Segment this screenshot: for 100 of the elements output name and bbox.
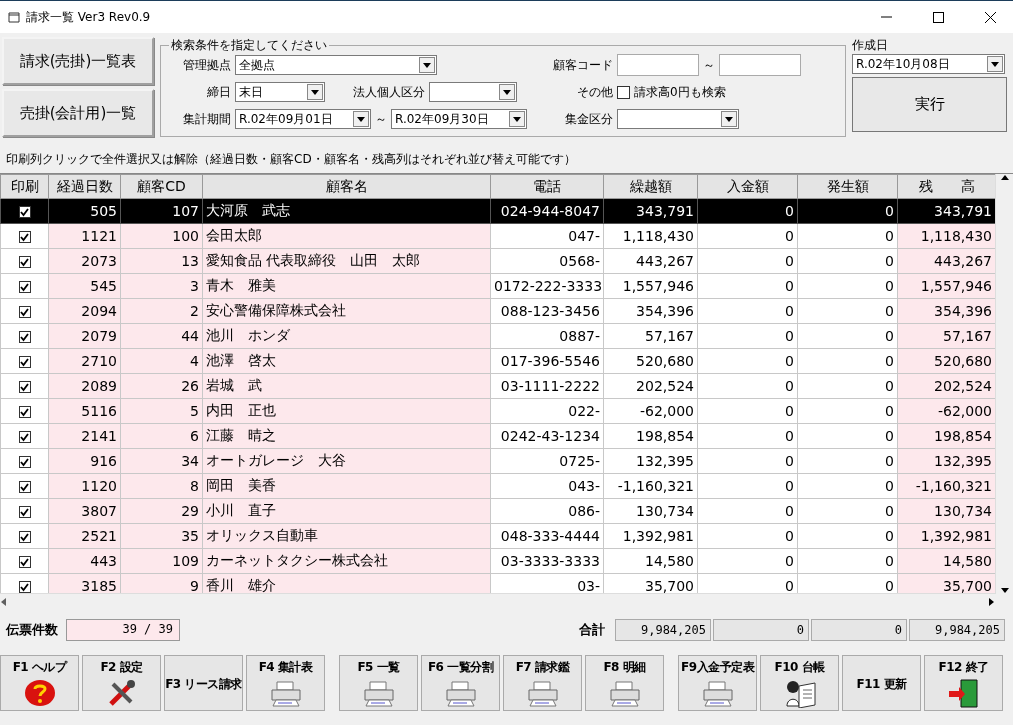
field-label: その他 bbox=[576, 83, 613, 101]
table-cell: 130,734 bbox=[603, 498, 698, 524]
function-key-button[interactable]: F7 請求鑑 bbox=[503, 655, 582, 711]
corporate-type-dropdown[interactable] bbox=[429, 82, 517, 102]
checkmark-icon bbox=[20, 382, 29, 392]
table-cell: 小川 直子 bbox=[202, 498, 491, 524]
column-header[interactable]: 経過日数 bbox=[48, 174, 121, 199]
period-from-dropdown[interactable]: R.02年09月01日 bbox=[235, 109, 371, 129]
table-cell: 198,854 bbox=[897, 423, 995, 449]
zero-amount-checkbox[interactable]: 請求高0円も検索 bbox=[617, 83, 726, 101]
printer-icon bbox=[361, 678, 396, 708]
report-button[interactable]: 売掛(会計用)一覧 bbox=[2, 89, 154, 137]
scroll-up-icon[interactable] bbox=[1000, 174, 1009, 182]
table-cell: 03-1111-2222 bbox=[490, 373, 604, 399]
column-header[interactable]: 繰越額 bbox=[603, 174, 698, 199]
table-cell: 132,395 bbox=[897, 448, 995, 474]
table-cell: 0 bbox=[797, 373, 898, 399]
customer-code-from-field[interactable] bbox=[617, 54, 699, 76]
table-cell: 0 bbox=[797, 523, 898, 549]
column-header[interactable]: 顧客CD bbox=[120, 174, 203, 199]
table-cell: 大河原 武志 bbox=[202, 198, 491, 224]
print-checkbox-cell[interactable] bbox=[0, 198, 49, 224]
table-cell: 443,267 bbox=[897, 248, 995, 274]
scroll-down-icon[interactable] bbox=[1000, 586, 1009, 594]
table-cell: 0 bbox=[797, 423, 898, 449]
scroll-right-icon[interactable] bbox=[987, 597, 995, 606]
base-dropdown[interactable]: 全拠点 bbox=[235, 55, 437, 75]
scroll-left-icon[interactable] bbox=[0, 597, 8, 606]
function-key-button[interactable]: F4 集計表 bbox=[246, 655, 325, 711]
table-cell: 202,524 bbox=[897, 373, 995, 399]
report-button[interactable]: 請求(売掛)一覧表 bbox=[2, 37, 154, 85]
table-cell: 内田 正也 bbox=[202, 398, 491, 424]
checkmark-icon bbox=[20, 332, 29, 342]
table-cell: 022- bbox=[490, 398, 604, 424]
table-cell: 0242-43-1234 bbox=[490, 423, 604, 449]
field-label: 法人個人区分 bbox=[352, 83, 425, 101]
checkmark-icon bbox=[20, 407, 29, 417]
column-header[interactable]: 残 高 bbox=[897, 174, 995, 199]
table-cell: 3 bbox=[120, 273, 203, 299]
question-mark-icon bbox=[22, 678, 57, 708]
function-key-button[interactable]: F2 設定 bbox=[82, 655, 161, 711]
table-cell: 0 bbox=[697, 348, 798, 374]
column-header[interactable]: 印刷 bbox=[0, 174, 49, 199]
run-button[interactable]: 実行 bbox=[852, 77, 1007, 132]
table-cell: オートガレージ 大谷 bbox=[202, 448, 491, 474]
table-cell: 江藤 晴之 bbox=[202, 423, 491, 449]
column-header[interactable]: 電話 bbox=[490, 174, 604, 199]
table-cell: 0 bbox=[697, 198, 798, 224]
created-date-dropdown[interactable]: R.02年10月08日 bbox=[852, 54, 1005, 74]
table-cell: 0 bbox=[697, 373, 798, 399]
function-key-button[interactable]: F1 ヘルプ bbox=[0, 655, 79, 711]
close-icon bbox=[984, 11, 996, 23]
table-cell: 1,118,430 bbox=[603, 223, 698, 249]
function-key-button[interactable]: F11 更新 bbox=[842, 655, 921, 711]
table-cell: 100 bbox=[120, 223, 203, 249]
function-key-button[interactable]: F6 一覧分割 bbox=[421, 655, 500, 711]
exit-door-icon bbox=[946, 678, 981, 708]
table-cell: 0 bbox=[797, 473, 898, 499]
table-cell: 088-123-3456 bbox=[490, 298, 604, 324]
table-cell: 0 bbox=[797, 323, 898, 349]
table-cell: 0 bbox=[697, 323, 798, 349]
table-cell: 1,557,946 bbox=[603, 273, 698, 299]
column-header[interactable]: 発生額 bbox=[797, 174, 898, 199]
table-cell: 14,580 bbox=[897, 548, 995, 574]
function-key-button[interactable]: F9入金予定表 bbox=[678, 655, 757, 711]
function-key-button[interactable]: F8 明細 bbox=[585, 655, 664, 711]
table-cell: 4 bbox=[120, 348, 203, 374]
table-cell: 0 bbox=[697, 298, 798, 324]
table-cell: 03-3333-3333 bbox=[490, 548, 604, 574]
column-header[interactable]: 入金額 bbox=[697, 174, 798, 199]
table-cell: 0 bbox=[697, 248, 798, 274]
table-cell: 池川 ホンダ bbox=[202, 323, 491, 349]
table-cell: 0887- bbox=[490, 323, 604, 349]
table-cell: 0 bbox=[697, 548, 798, 574]
table-cell: 愛知食品 代表取締役 山田 太郎 bbox=[202, 248, 491, 274]
minimize-icon bbox=[880, 16, 892, 18]
total-label: 合計 bbox=[579, 621, 605, 639]
panel-legend: 検索条件を指定してください bbox=[169, 37, 329, 54]
checkmark-icon bbox=[20, 282, 29, 292]
closing-day-dropdown[interactable]: 末日 bbox=[235, 82, 325, 102]
printer-icon bbox=[607, 678, 642, 708]
table-cell: 048-333-4444 bbox=[490, 523, 604, 549]
function-key-button[interactable]: F12 終了 bbox=[924, 655, 1003, 711]
printer-icon bbox=[525, 678, 560, 708]
customer-code-to-field[interactable] bbox=[719, 54, 801, 76]
total-field: 0 bbox=[713, 619, 809, 641]
function-key-button[interactable]: F3 リース請求 bbox=[164, 655, 243, 711]
table-cell: 0 bbox=[697, 223, 798, 249]
table-cell: 会田太郎 bbox=[202, 223, 491, 249]
period-to-dropdown[interactable]: R.02年09月30日 bbox=[391, 109, 527, 129]
collection-type-dropdown[interactable] bbox=[617, 109, 739, 129]
printer-icon bbox=[443, 678, 478, 708]
column-header[interactable]: 顧客名 bbox=[202, 174, 491, 199]
field-label: 締日 bbox=[206, 83, 231, 101]
table-cell: 岩城 武 bbox=[202, 373, 491, 399]
function-key-button[interactable]: F10 台帳 bbox=[760, 655, 839, 711]
table-cell: 0568- bbox=[490, 248, 604, 274]
table-cell: 1,118,430 bbox=[897, 223, 995, 249]
function-key-button[interactable]: F5 一覧 bbox=[339, 655, 418, 711]
table-cell: 047- bbox=[490, 223, 604, 249]
